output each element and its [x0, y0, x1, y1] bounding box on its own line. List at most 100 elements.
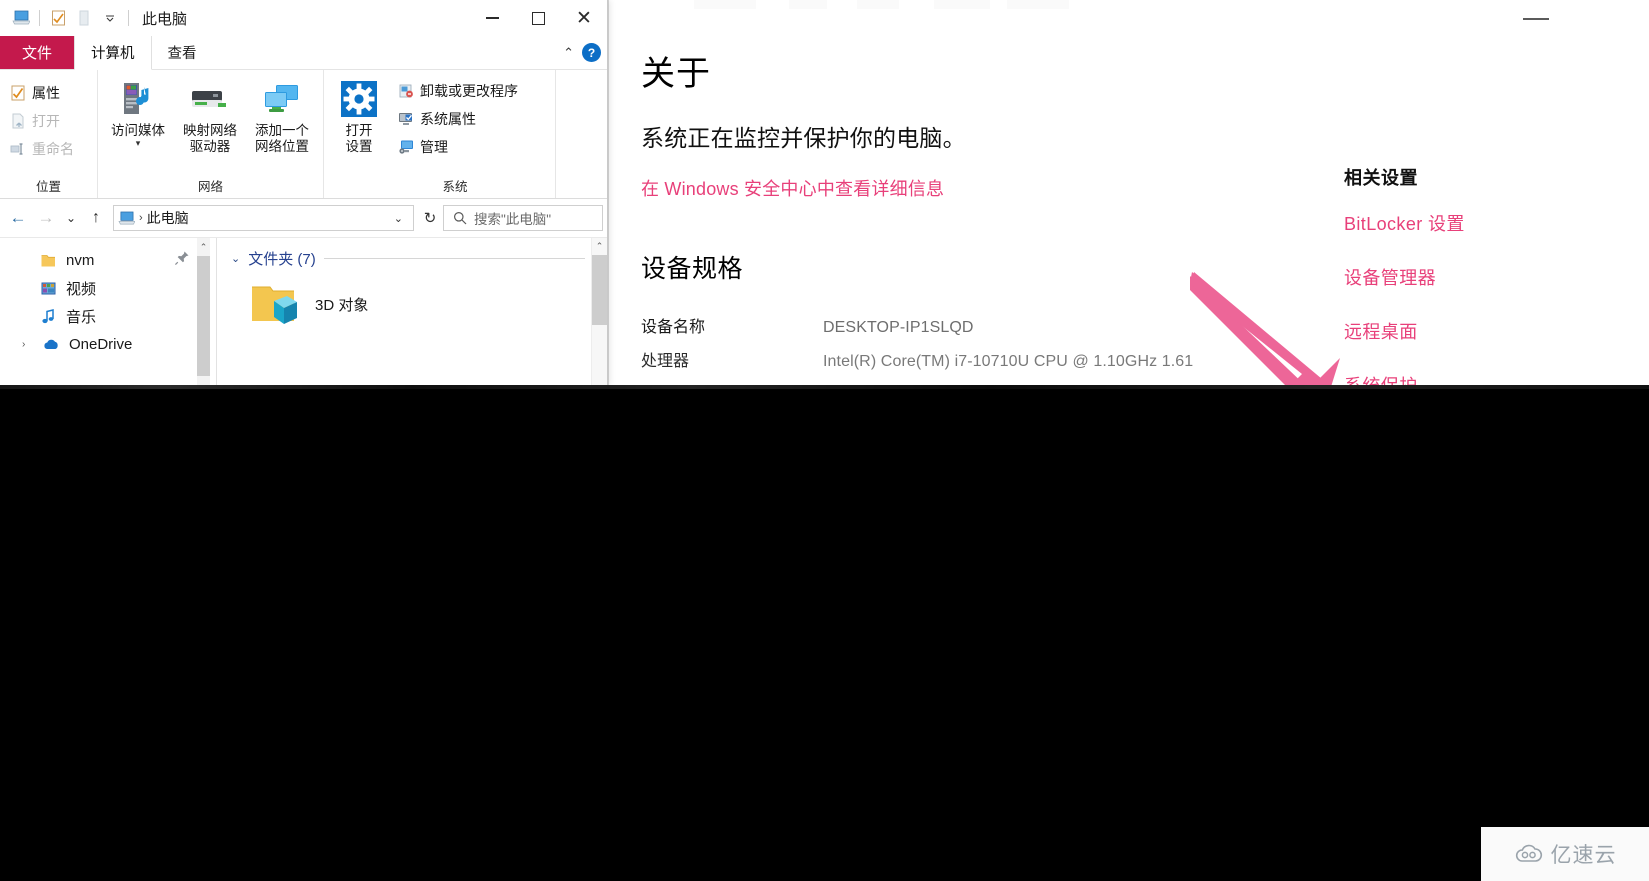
this-pc-icon — [8, 5, 34, 31]
ribbon-group-title: 网络 — [197, 180, 223, 194]
watermark: 亿速云 — [1481, 827, 1649, 881]
explorer-body: nvm 视频 音乐 › OneDrive ⌃ ⌄ 文件夹 (7) 3D 对象 ⌃ — [0, 238, 607, 385]
customize-qat-caret-icon[interactable] — [97, 5, 123, 31]
black-background-area: 亿速云 — [0, 385, 1649, 881]
help-icon[interactable]: ? — [582, 43, 601, 62]
ribbon-tabbar: 文件 计算机 查看 ⌃ ? — [0, 36, 607, 70]
manage-button[interactable]: 管理 — [394, 134, 522, 160]
search-input[interactable]: 搜索"此电脑" — [443, 205, 603, 231]
ribbon-group-body: 访问媒体 ▾ 映射网络 驱动器 添加一个 网络位置 — [98, 70, 323, 176]
up-button[interactable]: ↑ — [82, 204, 110, 232]
qat-separator — [128, 10, 129, 26]
ribbon-small-button-list: 属性 打开 重命名 — [0, 76, 84, 162]
search-placeholder: 搜索"此电脑" — [474, 212, 552, 227]
tab-file[interactable]: 文件 — [0, 36, 75, 69]
onedrive-icon — [44, 339, 58, 349]
map-network-drive-label-l1: 映射网络 — [183, 123, 237, 138]
open-settings-label-l1: 打开 — [345, 123, 373, 138]
uninstall-program-button[interactable]: 卸载或更改程序 — [394, 78, 522, 104]
list-item-label: 3D 对象 — [315, 296, 369, 314]
open-settings-button[interactable]: 打开 设置 — [330, 76, 388, 155]
breadcrumb-current[interactable]: 此电脑 — [147, 208, 189, 228]
properties-button[interactable]: 属性 — [6, 80, 78, 106]
explorer-titlebar: 此电脑 ✕ — [0, 0, 607, 36]
system-properties-icon — [399, 113, 413, 125]
open-settings-gear-icon — [339, 78, 379, 120]
ribbon-group-body: 属性 打开 重命名 — [0, 70, 97, 176]
chevron-down-icon[interactable]: ⌄ — [388, 212, 409, 225]
add-network-location-button[interactable]: 添加一个 网络位置 — [246, 76, 318, 155]
list-item[interactable]: 3D 对象 — [231, 275, 607, 329]
settings-minimize-button[interactable] — [1513, 10, 1559, 28]
window-controls: ✕ — [469, 0, 607, 36]
titlebar-ghost-fragment — [934, 0, 990, 9]
back-button[interactable]: ← — [4, 204, 32, 232]
spec-label: 设备名称 — [641, 319, 706, 337]
about-main-column: 关于 系统正在监控并保护你的电脑。 在 Windows 安全中心中查看详细信息 … — [641, 55, 1321, 381]
nav-item-videos[interactable]: 视频 — [0, 274, 216, 302]
close-button[interactable]: ✕ — [561, 0, 607, 36]
related-link-bitlocker[interactable]: BitLocker 设置 — [1344, 210, 1624, 236]
ribbon-filler — [556, 70, 607, 198]
tab-view[interactable]: 查看 — [152, 36, 213, 69]
page-title: 关于 — [641, 55, 711, 93]
screenshot-cut-artifact — [0, 385, 1649, 389]
rename-button-label: 重命名 — [32, 141, 74, 157]
access-media-icon — [118, 78, 158, 120]
minimize-button[interactable] — [469, 0, 515, 36]
rename-button[interactable]: 重命名 — [6, 136, 78, 162]
nav-item-label: 音乐 — [66, 308, 97, 326]
scroll-up-icon[interactable]: ⌃ — [592, 238, 607, 255]
scrollbar-thumb[interactable] — [197, 256, 210, 376]
map-network-drive-button[interactable]: 映射网络 驱动器 — [174, 76, 246, 155]
maximize-button[interactable] — [515, 0, 561, 36]
nav-item-onedrive[interactable]: › OneDrive — [0, 330, 216, 358]
related-link-device-manager[interactable]: 设备管理器 — [1344, 264, 1624, 290]
access-media-label: 访问媒体 — [111, 123, 165, 138]
related-link-system-protection[interactable]: 系统保护 — [1344, 372, 1624, 385]
file-group-header[interactable]: ⌄ 文件夹 (7) — [231, 248, 607, 269]
forward-button[interactable]: → — [32, 204, 60, 232]
spec-label: 处理器 — [641, 353, 690, 371]
titlebar-ghost-fragment — [789, 0, 827, 9]
access-media-button[interactable]: 访问媒体 ▾ — [102, 76, 174, 148]
this-pc-icon — [118, 211, 135, 226]
address-bar-row: ← → ⌄ ↑ › 此电脑 ⌄ ↻ 搜索"此电脑" — [0, 199, 607, 238]
open-button-label: 打开 — [32, 113, 60, 129]
recent-locations-button[interactable]: ⌄ — [60, 204, 82, 232]
spec-row: 处理器 Intel(R) Core(TM) i7-10710U CPU @ 1.… — [641, 347, 1321, 377]
chevron-right-icon[interactable]: › — [22, 339, 34, 350]
nav-item-music[interactable]: 音乐 — [0, 302, 216, 330]
spec-value: Intel(R) Core(TM) i7-10710U CPU @ 1.10GH… — [823, 353, 1194, 371]
new-folder-quick-icon[interactable] — [71, 5, 97, 31]
search-icon — [453, 211, 467, 225]
scrollbar-thumb[interactable] — [592, 255, 607, 325]
file-list-scrollbar[interactable]: ⌃ — [591, 238, 607, 385]
ribbon-group-title: 系统 — [442, 180, 468, 194]
related-link-remote-desktop[interactable]: 远程桌面 — [1344, 318, 1624, 344]
add-network-location-label-l1: 添加一个 — [255, 123, 309, 138]
ribbon-group-title: 位置 — [35, 180, 61, 194]
titlebar-ghost-fragment — [857, 0, 899, 9]
windows-security-details-link[interactable]: 在 Windows 安全中心中查看详细信息 — [641, 175, 944, 201]
collapse-ribbon-icon[interactable]: ⌃ — [563, 45, 574, 61]
close-icon: ✕ — [576, 7, 592, 29]
scroll-up-icon[interactable]: ⌃ — [197, 238, 210, 256]
system-properties-button[interactable]: 系统属性 — [394, 106, 522, 132]
navigation-pane-scrollbar[interactable]: ⌃ — [197, 238, 210, 385]
refresh-button[interactable]: ↻ — [417, 205, 443, 231]
open-button[interactable]: 打开 — [6, 108, 78, 134]
uninstall-program-icon — [399, 84, 413, 98]
add-network-location-icon — [260, 78, 304, 120]
properties-quick-icon[interactable] — [45, 5, 71, 31]
tab-computer[interactable]: 计算机 — [74, 36, 152, 70]
related-settings-heading: 相关设置 — [1344, 168, 1418, 188]
3d-objects-folder-icon — [247, 279, 299, 329]
address-breadcrumb-bar[interactable]: › 此电脑 ⌄ — [113, 205, 414, 231]
nav-item-label: nvm — [66, 251, 95, 269]
folder-icon — [41, 254, 55, 266]
chevron-down-icon[interactable]: ▾ — [136, 139, 141, 148]
add-network-location-label-l2: 网络位置 — [255, 139, 309, 154]
chevron-down-icon[interactable]: ⌄ — [231, 252, 240, 265]
pin-icon[interactable] — [174, 250, 190, 266]
